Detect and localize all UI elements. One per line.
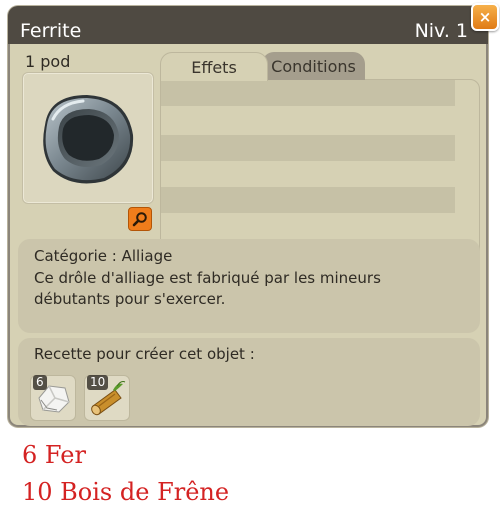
item-weight: 1 pod [25, 52, 71, 71]
zoom-button[interactable] [128, 207, 152, 231]
ingredient-slot-fer[interactable]: 6 [30, 375, 76, 421]
ingredient-slot-bois-de-frene[interactable]: 10 [84, 375, 130, 421]
effect-row [161, 187, 455, 213]
description-line: débutants pour s'exercer. [34, 290, 226, 308]
info-tabs: Conditions Effets [160, 52, 480, 266]
item-image-frame [22, 72, 154, 204]
magnifier-icon [132, 212, 147, 227]
description-line: Ce drôle d'alliage est fabriqué par les … [34, 269, 381, 287]
description-box: Catégorie : Alliage Ce drôle d'alliage e… [18, 239, 480, 333]
effects-panel [160, 79, 480, 266]
ferrite-ring-icon [43, 95, 134, 184]
tab-conditions[interactable]: Conditions [262, 52, 365, 80]
recipe-box: Recette pour créer cet objet : 6 10 [18, 338, 480, 426]
effect-row [161, 135, 455, 161]
ingredient-count: 6 [33, 375, 47, 390]
close-icon: × [478, 7, 492, 26]
effect-row [161, 80, 455, 106]
tab-effets[interactable]: Effets [160, 52, 268, 81]
item-level: Niv. 1 [414, 20, 468, 42]
item-category: Catégorie : Alliage [34, 247, 173, 265]
caption-line: 10 Bois de Frêne [22, 478, 230, 506]
caption-line: 6 Fer [22, 441, 86, 469]
close-button[interactable]: × [471, 3, 499, 31]
recipe-title: Recette pour créer cet objet : [34, 345, 255, 363]
item-title: Ferrite [20, 20, 82, 42]
ingredient-count: 10 [87, 375, 109, 390]
